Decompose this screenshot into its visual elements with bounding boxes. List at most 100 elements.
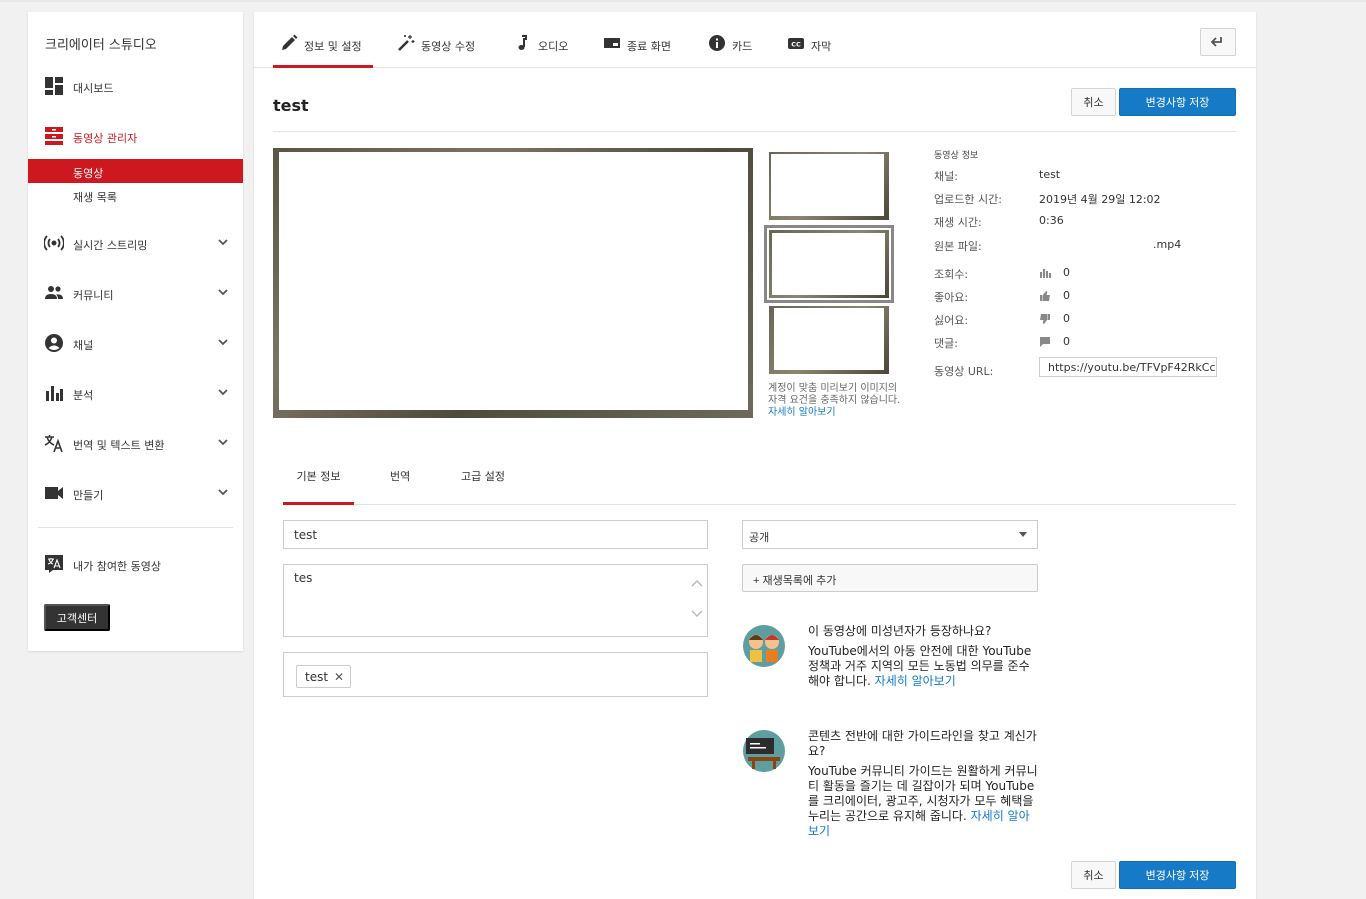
- info-heading: 동영상 정보: [934, 151, 979, 161]
- notice-title: 이 동영상에 미성년자가 등장하나요?: [808, 624, 992, 638]
- info-icon: [709, 35, 725, 51]
- thumbnail-option-2[interactable]: [764, 225, 894, 303]
- video-url-field[interactable]: https://youtu.be/TFVpF42RkCc: [1039, 357, 1217, 377]
- sidebar-item-label: 실시간 스트리밍: [73, 239, 148, 252]
- back-arrow-icon: [1211, 37, 1222, 47]
- info-value: 0:36: [1039, 214, 1064, 227]
- video-edit-panel: 정보 및 설정 동영상 수정 오디오 종료 화면 카드 CC 자막 test 취…: [254, 12, 1256, 899]
- sidebar-sub-playlists[interactable]: 재생 목록: [28, 183, 243, 207]
- info-key: 동영상 URL:: [934, 365, 994, 378]
- tab-label: 자막: [811, 40, 832, 53]
- sidebar-item-label: 대시보드: [73, 82, 114, 95]
- sidebar-item-channel[interactable]: 채널: [28, 329, 243, 357]
- pencil-icon: [282, 34, 298, 50]
- scroll-down-icon[interactable]: [690, 606, 704, 620]
- tab-translation[interactable]: 번역: [390, 468, 410, 505]
- info-row-duration: 재생 시간: 0:36: [934, 212, 1234, 229]
- tab-label: 정보 및 설정: [304, 40, 362, 53]
- description-textarea[interactable]: tes: [283, 564, 708, 637]
- divider: [273, 131, 1236, 132]
- chevron-down-icon[interactable]: [217, 236, 229, 248]
- chevron-down-icon[interactable]: [217, 486, 229, 498]
- scroll-up-icon[interactable]: [690, 577, 704, 591]
- sidebar-item-label: 동영상 관리자: [73, 132, 138, 145]
- notice-body: YouTube에서의 아동 안전에 대한 YouTube 정책과 거주 지역의 …: [808, 644, 1038, 689]
- privacy-select[interactable]: 공개: [742, 520, 1038, 549]
- info-row-dislikes: 싫어요: 0: [934, 310, 1234, 327]
- sidebar-item-create[interactable]: 만들기: [28, 479, 243, 507]
- music-note-icon: [518, 35, 527, 50]
- notice-title: 콘텐츠 전반에 대한 가이드라인을 찾고 계신가요?: [808, 729, 1037, 758]
- learn-more-link[interactable]: 자세히 알아보기: [768, 407, 836, 418]
- sidebar-item-analytics[interactable]: 분석: [28, 379, 243, 407]
- notice-body: YouTube 커뮤니티 가이드는 원활하게 커뮤니티 활동을 즐기는 데 길잡…: [808, 764, 1038, 839]
- tags-input[interactable]: test ✕: [283, 652, 708, 697]
- bar-chart-icon: [46, 386, 63, 401]
- channel-link[interactable]: test: [1039, 168, 1060, 181]
- sidebar-sub-label: 재생 목록: [73, 191, 117, 204]
- people-icon: [45, 286, 63, 299]
- info-value: 0: [1063, 266, 1070, 279]
- info-row-views: 조회수: 0: [934, 264, 1234, 281]
- sidebar-item-contributed[interactable]: 내가 참여한 동영상: [28, 550, 243, 578]
- help-center-button[interactable]: 고객센터: [44, 604, 110, 631]
- tab-audio[interactable]: 오디오: [514, 30, 568, 68]
- sidebar-sub-videos[interactable]: 동영상: [28, 159, 243, 183]
- sidebar-title[interactable]: 크리에이터 스튜디오: [45, 34, 157, 53]
- save-changes-button[interactable]: 변경사항 저장: [1119, 88, 1236, 116]
- chevron-down-icon[interactable]: [217, 386, 229, 398]
- cancel-button-bottom[interactable]: 취소: [1071, 861, 1116, 889]
- sidebar-item-video-manager[interactable]: 동영상 관리자: [28, 122, 243, 150]
- chevron-down-icon[interactable]: [217, 286, 229, 298]
- save-changes-button-bottom[interactable]: 변경사항 저장: [1119, 861, 1236, 889]
- privacy-value: 공개: [749, 531, 770, 544]
- account-circle-icon: [45, 334, 63, 352]
- info-key: 재생 시간:: [934, 216, 982, 229]
- sidebar-item-label: 번역 및 텍스트 변환: [73, 439, 165, 452]
- chevron-down-icon[interactable]: [217, 436, 229, 448]
- sidebar-item-label: 내가 참여한 동영상: [73, 560, 161, 573]
- sidebar-item-community[interactable]: 커뮤니티: [28, 279, 243, 307]
- info-value: .mp4: [1153, 238, 1182, 251]
- tab-cards[interactable]: 카드: [708, 30, 752, 68]
- chevron-down-icon[interactable]: [217, 336, 229, 348]
- title-input[interactable]: [283, 520, 708, 549]
- tab-basic-info[interactable]: 기본 정보: [283, 468, 354, 505]
- thumbs-down-icon: [1040, 314, 1050, 324]
- tab-label: 동영상 수정: [421, 40, 476, 53]
- info-row-likes: 좋아요: 0: [934, 287, 1234, 304]
- sidebar-item-dashboard[interactable]: 대시보드: [28, 72, 243, 100]
- guidelines-illustration-icon: [743, 730, 785, 772]
- detail-tabs: 기본 정보 번역 고급 설정: [283, 454, 1236, 505]
- cancel-button[interactable]: 취소: [1071, 88, 1116, 116]
- thumbs-up-icon: [1040, 291, 1050, 301]
- tab-end-screen[interactable]: 종료 화면: [603, 30, 671, 68]
- live-broadcast-icon: [44, 235, 64, 251]
- learn-more-link[interactable]: 자세히 알아보기: [875, 674, 956, 688]
- remove-tag-icon[interactable]: ✕: [334, 670, 344, 684]
- info-key: 채널:: [934, 170, 958, 183]
- info-row-channel: 채널: test: [934, 166, 1234, 183]
- thumbnail-option-1[interactable]: [769, 152, 889, 220]
- video-frame: [279, 152, 748, 410]
- video-manager-icon: [45, 127, 63, 145]
- tag-chip: test ✕: [296, 665, 352, 688]
- add-to-playlist-button[interactable]: + 재생목록에 추가: [742, 564, 1038, 592]
- tab-advanced-settings[interactable]: 고급 설정: [461, 468, 505, 505]
- tag-label: test: [305, 669, 329, 684]
- tab-subtitles[interactable]: CC 자막: [787, 30, 831, 68]
- info-value: 0: [1063, 312, 1070, 325]
- video-player[interactable]: [273, 148, 753, 418]
- sidebar-item-label: 만들기: [73, 489, 104, 502]
- sidebar-item-translation[interactable]: 번역 및 텍스트 변환: [28, 429, 243, 457]
- tab-info-settings[interactable]: 정보 및 설정: [273, 30, 373, 68]
- info-value: 2019년 4월 29일 12:02: [1039, 193, 1161, 206]
- back-button[interactable]: [1200, 28, 1236, 56]
- thumbnail-option-3[interactable]: [769, 306, 889, 374]
- minors-illustration-icon: [743, 625, 785, 667]
- sidebar-item-label: 분석: [73, 389, 94, 402]
- translate-icon: [44, 435, 63, 453]
- sidebar-item-live[interactable]: 실시간 스트리밍: [28, 229, 243, 257]
- info-key: 업로드한 시간:: [934, 193, 1002, 206]
- tab-enhance[interactable]: 동영상 수정: [397, 30, 475, 68]
